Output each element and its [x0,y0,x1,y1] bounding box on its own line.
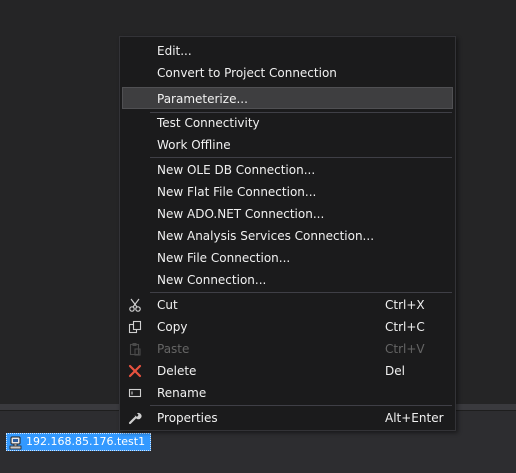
menu-item-shortcut: Alt+Enter [385,411,444,425]
menu-item-parameterize[interactable]: Parameterize... [122,87,453,109]
wrench-icon [127,410,143,426]
menu-item-label: Work Offline [157,138,231,152]
scissors-icon [127,297,143,313]
menu-item-new-ole-db-connection[interactable]: New OLE DB Connection... [122,159,453,181]
menu-item-label: Delete [157,364,197,378]
menu-item-shortcut: Ctrl+X [385,298,425,312]
menu-item-label: Rename [157,386,207,400]
menu-item-new-connection[interactable]: New Connection... [122,269,453,291]
menu-item-properties[interactable]: Properties Alt+Enter [122,407,453,429]
menu-item-label: New OLE DB Connection... [157,163,316,177]
menu-item-edit[interactable]: Edit... [122,40,453,62]
menu-item-label: Cut [157,298,178,312]
menu-item-label: New Flat File Connection... [157,185,317,199]
connection-manager-label: 192.168.85.176.test1 [26,435,146,448]
menu-item-label: Properties [157,411,218,425]
menu-item-rename[interactable]: Rename [122,382,453,404]
menu-item-convert-to-project-connection[interactable]: Convert to Project Connection [122,62,453,84]
menu-item-label: Convert to Project Connection [157,66,337,80]
menu-item-paste[interactable]: Paste Ctrl+V [122,338,453,360]
paste-icon [127,341,143,357]
delete-x-icon [127,363,143,379]
menu-item-test-connectivity[interactable]: Test Connectivity [122,112,453,134]
menu-separator [150,292,452,293]
menu-item-label: New Analysis Services Connection... [157,229,375,243]
context-menu: Edit... Convert to Project Connection Pa… [119,36,456,431]
copy-icon [127,319,143,335]
menu-item-new-file-connection[interactable]: New File Connection... [122,247,453,269]
menu-item-shortcut: Ctrl+C [385,320,425,334]
connection-manager-item[interactable]: 192.168.85.176.test1 [6,433,152,451]
menu-item-label: Copy [157,320,188,334]
designer-canvas: 192.168.85.176.test1 Edit... Convert to … [0,0,516,473]
menu-item-shortcut: Ctrl+V [385,342,425,356]
menu-item-new-flat-file-connection[interactable]: New Flat File Connection... [122,181,453,203]
menu-item-label: Parameterize... [157,92,248,106]
menu-item-label: New File Connection... [157,251,291,265]
menu-item-label: Paste [157,342,190,356]
menu-item-shortcut: Del [385,364,405,378]
menu-item-label: New Connection... [157,273,267,287]
database-connection-icon [9,435,22,450]
rename-icon [127,385,143,401]
menu-item-new-adonet-connection[interactable]: New ADO.NET Connection... [122,203,453,225]
menu-item-work-offline[interactable]: Work Offline [122,134,453,156]
menu-separator [150,157,452,158]
menu-item-label: New ADO.NET Connection... [157,207,325,221]
menu-item-new-analysis-services-connection[interactable]: New Analysis Services Connection... [122,225,453,247]
menu-item-label: Test Connectivity [157,116,260,130]
menu-item-copy[interactable]: Copy Ctrl+C [122,316,453,338]
menu-item-cut[interactable]: Cut Ctrl+X [122,294,453,316]
menu-item-delete[interactable]: Delete Del [122,360,453,382]
menu-separator [150,405,452,406]
menu-item-label: Edit... [157,44,192,58]
